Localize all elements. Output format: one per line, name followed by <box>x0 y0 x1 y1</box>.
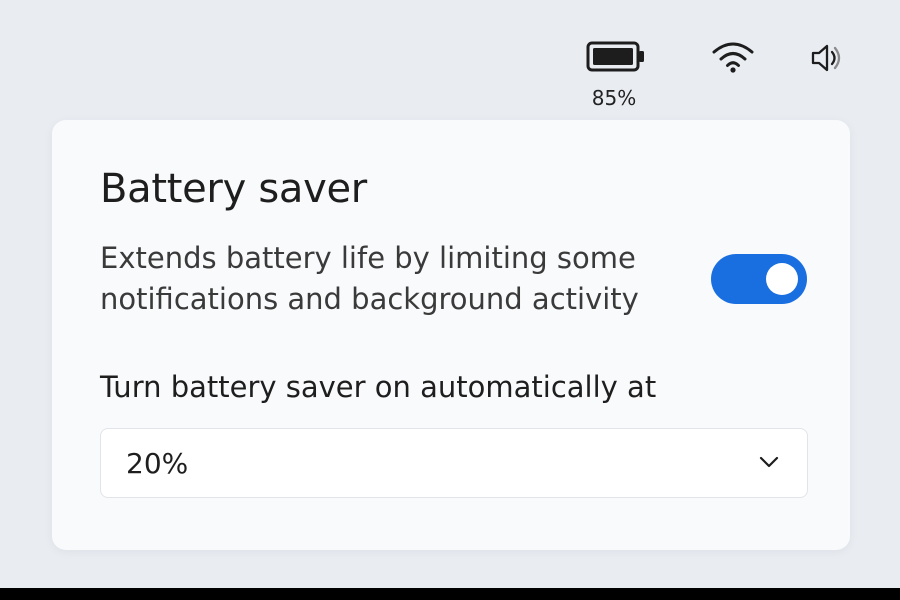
wifi-icon[interactable] <box>711 41 755 73</box>
taskbar-edge <box>0 588 900 600</box>
volume-icon[interactable] <box>810 41 844 75</box>
panel-description: Extends battery life by limiting some no… <box>100 241 639 316</box>
threshold-value: 20% <box>126 447 189 480</box>
battery-percent-label: 85% <box>591 86 637 110</box>
battery-icon <box>586 41 644 72</box>
toggle-knob <box>766 263 798 295</box>
auto-threshold-label: Turn battery saver on automatically at <box>100 370 657 404</box>
chevron-down-icon <box>759 456 779 468</box>
battery-indicator[interactable]: 85% <box>586 40 646 112</box>
system-tray: 85% <box>0 0 900 115</box>
battery-saver-panel: Battery saver Extends battery life by li… <box>52 120 850 550</box>
threshold-dropdown[interactable]: 20% <box>100 428 808 498</box>
panel-title: Battery saver <box>100 166 367 212</box>
battery-saver-toggle[interactable] <box>711 254 807 304</box>
